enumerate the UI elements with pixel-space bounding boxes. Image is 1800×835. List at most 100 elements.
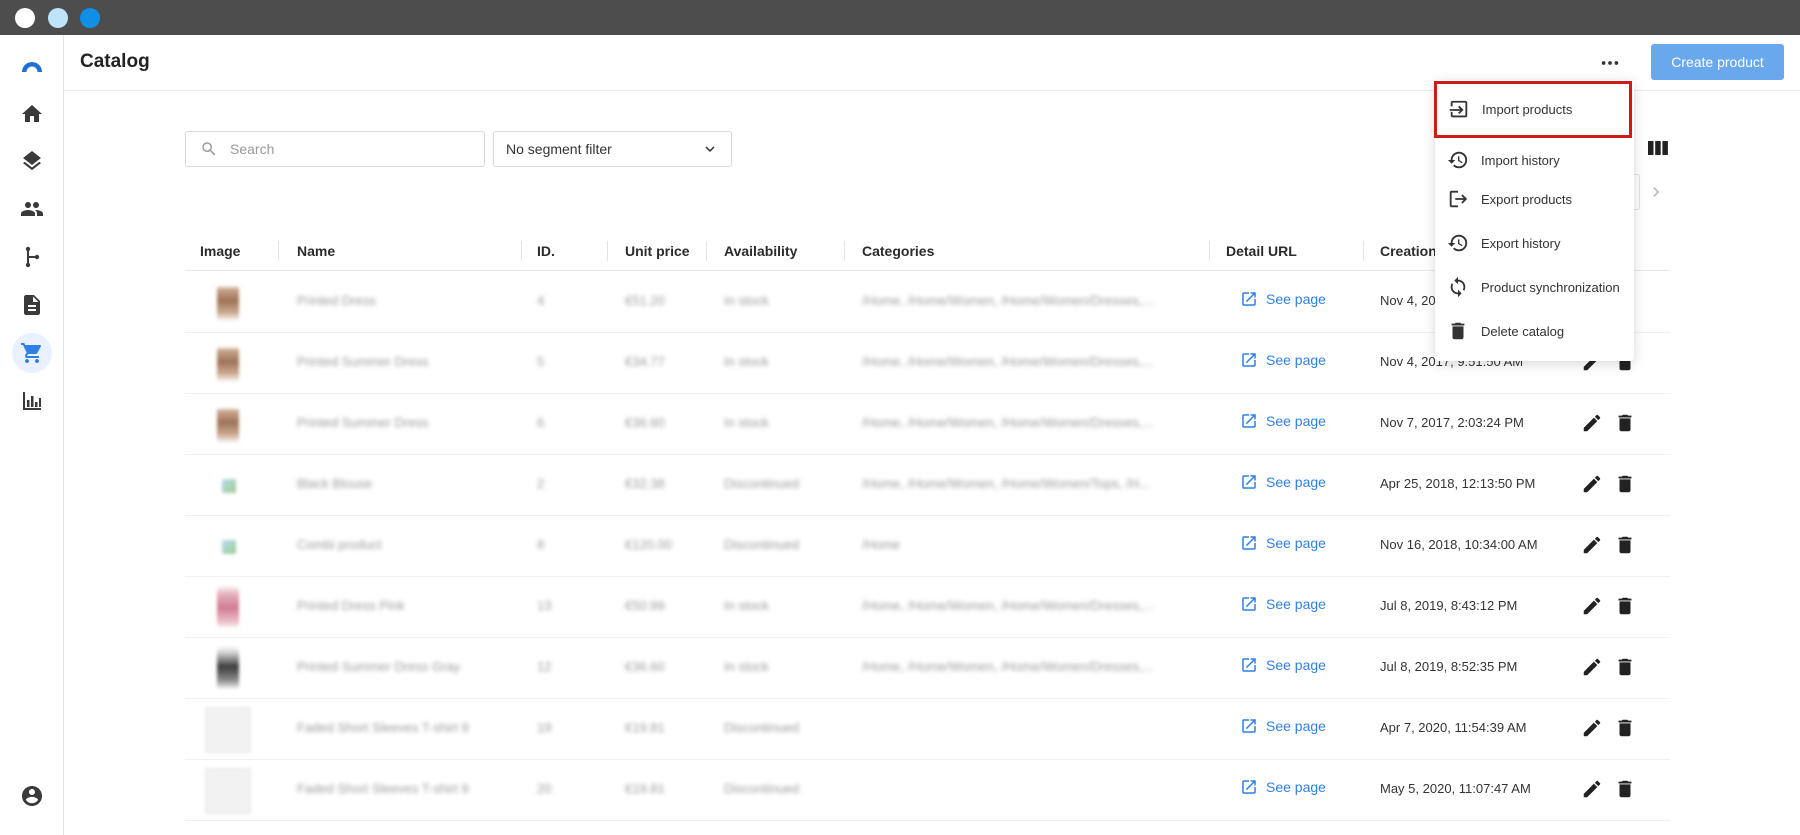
see-page-link[interactable]: See page <box>1240 717 1326 735</box>
see-page-link[interactable]: See page <box>1240 534 1326 552</box>
external-link-icon <box>1242 353 1256 367</box>
table-row[interactable]: Printed Dress Pink 13 €50.99 In stock/Home,… <box>185 577 1670 638</box>
menu-item-product-synchronization[interactable]: Product synchronization <box>1435 265 1634 309</box>
column-header-name[interactable]: Name <box>297 243 335 259</box>
product-id: 2 <box>537 476 545 491</box>
creation-date: Apr 25, 2018, 12:13:50 PM <box>1380 476 1536 491</box>
external-link-icon <box>1242 719 1256 733</box>
bar-chart-icon[interactable] <box>12 381 52 421</box>
trash-icon[interactable] <box>1614 778 1636 800</box>
product-price: €32.38 <box>625 476 665 491</box>
search-input[interactable] <box>230 141 470 157</box>
see-page-link[interactable]: See page <box>1240 473 1326 491</box>
window-minimize-button[interactable] <box>48 8 68 28</box>
product-thumbnail <box>217 402 239 448</box>
menu-item-export-products[interactable]: Export products <box>1435 177 1634 221</box>
chevron-right-icon[interactable] <box>1646 182 1666 202</box>
menu-item-export-history[interactable]: Export history <box>1435 221 1634 265</box>
column-header-detail-url[interactable]: Detail URL <box>1226 243 1297 259</box>
table-row[interactable]: Combi product 8 €120.00 Discontinued/Home Se… <box>185 516 1670 577</box>
branch-icon[interactable] <box>12 237 52 277</box>
see-page-label: See page <box>1266 413 1326 429</box>
column-header-availability[interactable]: Availability <box>724 243 797 259</box>
product-thumbnail <box>222 540 236 554</box>
product-categories: /Home, /Home/Women, /Home/Women/Dresses,… <box>862 659 1154 674</box>
column-divider <box>278 241 279 261</box>
more-options-button[interactable] <box>1595 49 1625 77</box>
product-availability: Discontinued <box>724 781 800 796</box>
product-name: Combi product <box>297 537 382 552</box>
see-page-link[interactable]: See page <box>1240 595 1326 613</box>
product-thumbnail <box>222 479 236 493</box>
edit-icon[interactable] <box>1581 473 1603 495</box>
edit-icon[interactable] <box>1581 534 1603 556</box>
page-title: Catalog <box>80 51 150 72</box>
column-header-id[interactable]: ID. <box>537 243 555 259</box>
table-row[interactable]: Black Blouse 2 €32.38 Discontinued/Home, /H… <box>185 455 1670 516</box>
history-icon <box>1447 151 1468 169</box>
create-product-button[interactable]: Create product <box>1651 44 1784 80</box>
trash-icon[interactable] <box>1614 473 1636 495</box>
product-name: Printed Dress <box>297 293 376 308</box>
home-icon[interactable] <box>12 94 52 134</box>
menu-item-delete-catalog[interactable]: Delete catalog <box>1435 309 1634 353</box>
trash-icon[interactable] <box>1614 534 1636 556</box>
creation-date: May 5, 2020, 11:07:47 AM <box>1380 781 1531 796</box>
table-row[interactable]: Faded Short Sleeves T-shirt 9 19 €19.81 Dis… <box>185 699 1670 760</box>
product-availability: Discontinued <box>724 537 800 552</box>
trash-icon[interactable] <box>1614 595 1636 617</box>
external-link-icon <box>1242 780 1256 794</box>
edit-icon[interactable] <box>1581 595 1603 617</box>
column-header-creation[interactable]: Creation <box>1380 243 1437 259</box>
creation-date: Apr 7, 2020, 11:54:39 AM <box>1380 720 1527 735</box>
search-box[interactable] <box>185 131 485 167</box>
product-name: Faded Short Sleeves T-shirt 9 <box>297 781 469 796</box>
product-availability: Discontinued <box>724 476 800 491</box>
product-price: €50.99 <box>625 598 665 613</box>
edit-icon[interactable] <box>1581 656 1603 678</box>
see-page-link[interactable]: See page <box>1240 351 1326 369</box>
see-page-label: See page <box>1266 352 1326 368</box>
segment-filter-select[interactable]: No segment filter <box>493 131 732 167</box>
people-icon[interactable] <box>12 189 52 229</box>
table-row[interactable]: Printed Summer Dress 6 €36.60 In stock/Home… <box>185 394 1670 455</box>
see-page-label: See page <box>1266 718 1326 734</box>
menu-item-import-history[interactable]: Import history <box>1435 138 1634 182</box>
edit-icon[interactable] <box>1581 412 1603 434</box>
column-header-unit-price[interactable]: Unit price <box>625 243 690 259</box>
product-name: Faded Short Sleeves T-shirt 9 <box>297 720 469 735</box>
column-header-categories[interactable]: Categories <box>862 243 934 259</box>
column-header-image[interactable]: Image <box>200 243 240 259</box>
layers-icon[interactable] <box>12 141 52 181</box>
more-options-menu: Import products Import history Export pr… <box>1434 80 1634 361</box>
product-id: 20 <box>537 781 552 796</box>
product-categories: /Home, /Home/Women, /Home/Women/Dresses,… <box>862 598 1154 613</box>
sidebar <box>0 35 64 835</box>
trash-icon[interactable] <box>1614 717 1636 739</box>
column-divider <box>607 241 608 261</box>
menu-item-import-products[interactable]: Import products <box>1434 81 1632 138</box>
product-thumbnail <box>205 707 251 753</box>
table-row[interactable]: Printed Summer Dress Gray 12 €36.60 In stoc… <box>185 638 1670 699</box>
document-icon[interactable] <box>12 285 52 325</box>
columns-icon[interactable] <box>1648 140 1668 156</box>
window-maximize-button[interactable] <box>80 8 100 28</box>
product-categories: /Home, /Home/Women, /Home/Women/Dresses,… <box>862 293 1154 308</box>
see-page-link[interactable]: See page <box>1240 290 1326 308</box>
see-page-link[interactable]: See page <box>1240 656 1326 674</box>
table-row[interactable]: Faded Short Sleeves T-shirt 9 20 €19.81 Dis… <box>185 760 1670 821</box>
menu-item-label: Import products <box>1482 102 1573 117</box>
see-page-link[interactable]: See page <box>1240 412 1326 430</box>
external-link-icon <box>1242 414 1256 428</box>
account-circle-icon[interactable] <box>12 776 52 816</box>
edit-icon[interactable] <box>1581 778 1603 800</box>
trash-icon[interactable] <box>1614 656 1636 678</box>
brand-logo[interactable] <box>12 45 52 85</box>
product-availability: Discontinued <box>724 720 800 735</box>
edit-icon[interactable] <box>1581 717 1603 739</box>
window-close-button[interactable] <box>15 8 35 28</box>
menu-item-label: Delete catalog <box>1481 323 1565 339</box>
cart-icon[interactable] <box>12 333 52 373</box>
see-page-link[interactable]: See page <box>1240 778 1326 796</box>
trash-icon[interactable] <box>1614 412 1636 434</box>
